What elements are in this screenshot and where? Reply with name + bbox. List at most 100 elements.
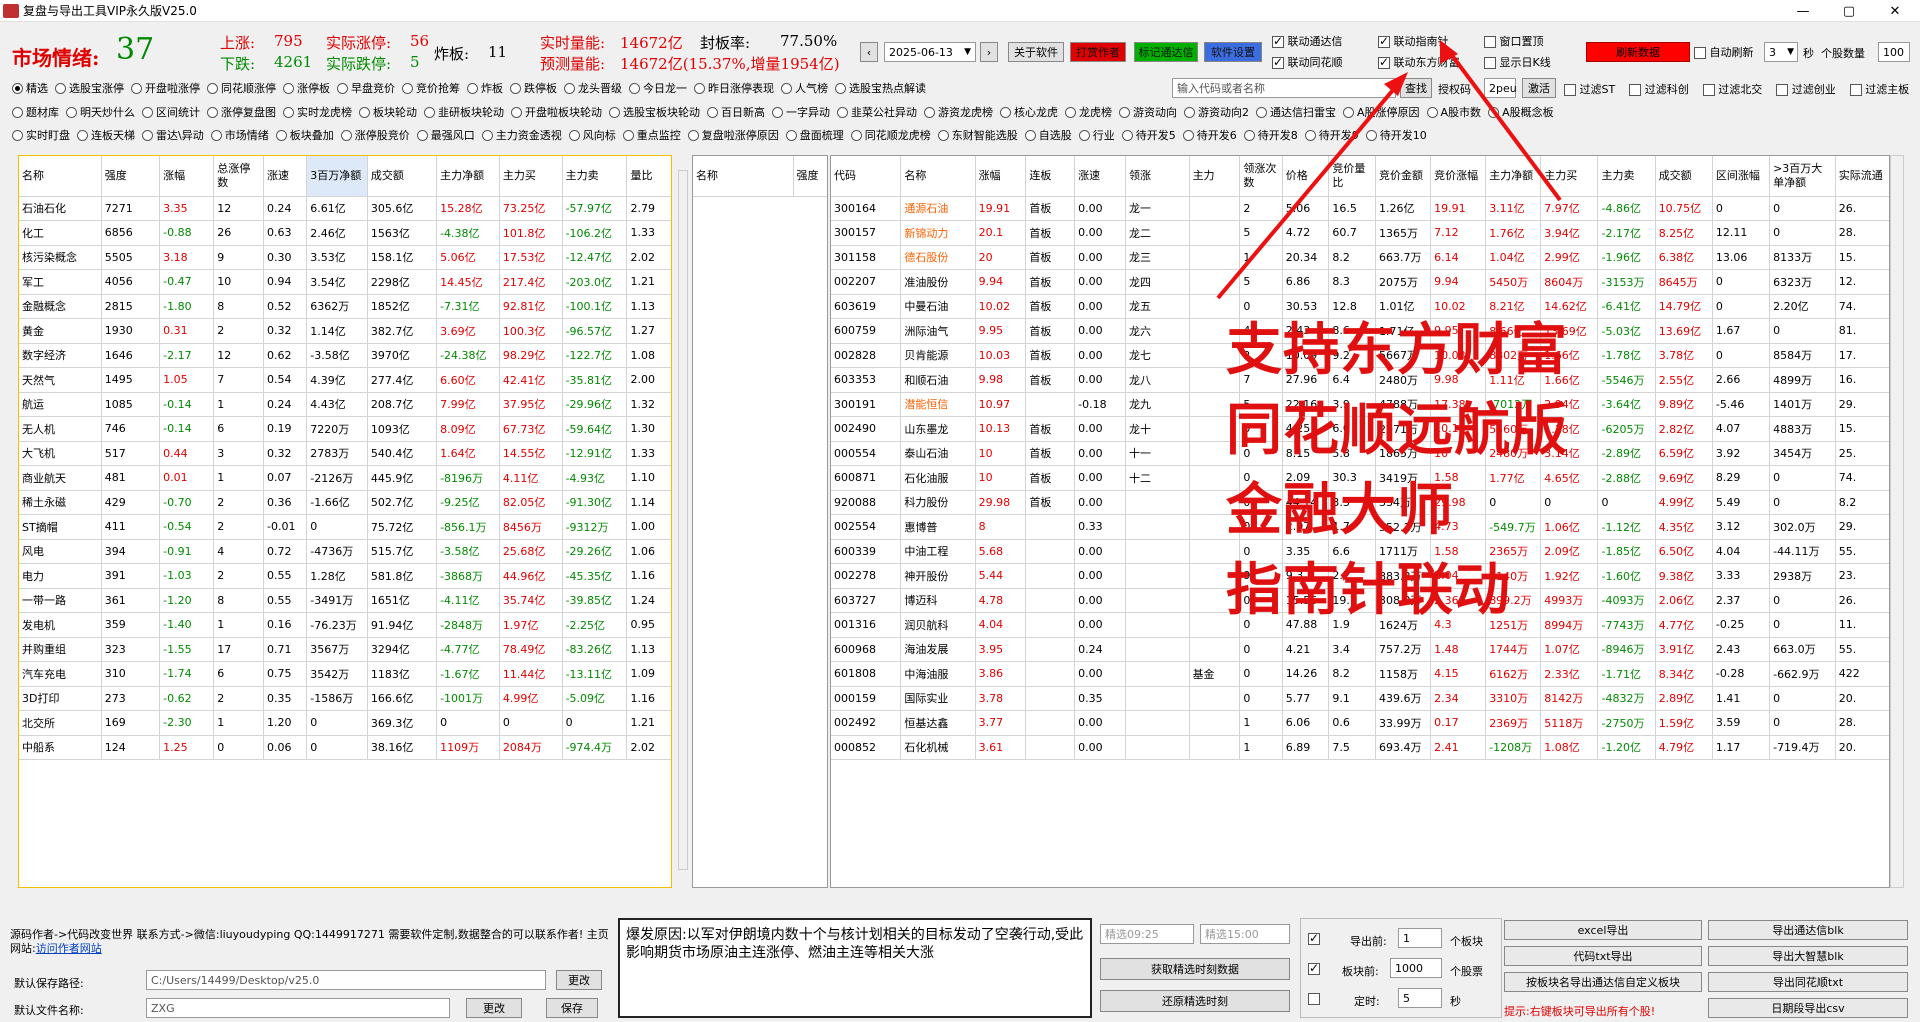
option-row1-0[interactable]: 精选 bbox=[12, 80, 48, 96]
option-row2-1[interactable]: 明天炒什么 bbox=[66, 104, 135, 120]
option-row2-8[interactable]: 选股宝板块轮动 bbox=[609, 104, 700, 120]
minimize-icon[interactable]: — bbox=[1780, 0, 1826, 22]
vertical-scrollbar[interactable] bbox=[1890, 155, 1904, 888]
table-row[interactable]: 300164 通源石油 19.91 首板 0.00 龙一 2 5.06 16.5 1.26亿 19.… bbox=[831, 196, 1889, 221]
option-row3-2[interactable]: 雷达\异动 bbox=[142, 127, 204, 143]
table-row[interactable]: 301158 德石股份 20 首板 0.00 龙三 1 20.34 8.2 663.7万 6.14 1… bbox=[831, 245, 1889, 270]
table-row[interactable]: 航运 1085 -0.14 1 0.24 4.43亿 208.7亿 7.99亿 37.95亿 -2… bbox=[19, 392, 671, 417]
board-top-check[interactable] bbox=[1308, 961, 1320, 975]
search-input[interactable]: 输入代码或者名称 bbox=[1172, 78, 1396, 98]
save-path-input[interactable]: C:/Users/14499/Desktop/v25.0 bbox=[146, 970, 546, 990]
table-row[interactable]: 002492 恒基达鑫 3.77 0.00 1 6.06 0.6 33.99万 0.17 2369… bbox=[831, 710, 1889, 736]
filter-check-4[interactable]: 过滤主板 bbox=[1849, 81, 1909, 97]
refresh-data-button[interactable]: 刷新数据 bbox=[1586, 42, 1690, 62]
filter-check-3[interactable]: 过滤创业 bbox=[1776, 81, 1836, 97]
mark-tdx-button[interactable]: 标记通达信 bbox=[1134, 42, 1198, 62]
option-row3-4[interactable]: 板块叠加 bbox=[275, 127, 334, 143]
column-header[interactable]: 竞价涨幅 bbox=[1430, 156, 1487, 197]
option-row2-20[interactable]: A股概念板 bbox=[1488, 104, 1554, 120]
export-ths-txt-button[interactable]: 导出同花顺txt bbox=[1708, 972, 1908, 992]
export-dzh-blk-button[interactable]: 导出大智慧blk bbox=[1708, 946, 1908, 966]
table-row[interactable]: 中船系 124 1.25 0 0.06 0 38.16亿 1109万 2084万 -974.4万 2… bbox=[19, 735, 671, 760]
column-header[interactable]: 竞价金额 bbox=[1375, 156, 1432, 197]
option-row3-17[interactable]: 待开发6 bbox=[1182, 127, 1237, 143]
column-header[interactable]: 主力净额 bbox=[436, 156, 500, 197]
option-row2-13[interactable]: 核心龙虎 bbox=[1000, 104, 1058, 120]
table-row[interactable]: 商业航天 481 0.01 1 0.07 -2126万 445.9亿 -8196万 4.11亿 -… bbox=[19, 465, 671, 491]
board-table[interactable]: 名称 强度 涨幅 总涨停数 涨速 3百万净额 成交额 主力净额 主力买 主力卖 量比 石油石化 7271… bbox=[18, 155, 672, 888]
timer-check[interactable] bbox=[1308, 992, 1320, 1005]
settings-button[interactable]: 软件设置 bbox=[1204, 42, 1262, 62]
table-row[interactable]: 石油石化 7271 3.35 12 0.24 6.61亿 305.6亿 15.28亿 73.25… bbox=[19, 196, 671, 221]
option-row3-10[interactable]: 复盘啦涨停原因 bbox=[687, 127, 779, 143]
option-row3-15[interactable]: 行业 bbox=[1078, 127, 1115, 143]
column-header[interactable]: >3百万大单净额 bbox=[1769, 156, 1836, 197]
option-row2-11[interactable]: 韭菜公社异动 bbox=[837, 104, 917, 120]
option-row2-10[interactable]: 一字异动 bbox=[772, 104, 830, 120]
activate-button[interactable]: 激活 bbox=[1522, 78, 1556, 98]
option-row2-15[interactable]: 游资动向 bbox=[1119, 104, 1177, 120]
column-header[interactable]: 主力卖 bbox=[562, 156, 628, 197]
column-header[interactable]: 强度 bbox=[793, 156, 827, 197]
date-export-csv-button[interactable]: 日期段导出csv bbox=[1708, 998, 1908, 1018]
export-top-check[interactable] bbox=[1308, 931, 1320, 945]
option-row2-0[interactable]: 题材库 bbox=[12, 104, 59, 120]
table-row[interactable]: 一带一路 361 -1.20 8 0.55 -3491万 1651亿 -4.11亿 35.74亿… bbox=[19, 588, 671, 613]
option-row1-7[interactable]: 炸板 bbox=[467, 80, 503, 96]
column-header[interactable]: 代码 bbox=[831, 156, 902, 197]
option-row1-8[interactable]: 跌停板 bbox=[510, 80, 557, 96]
table-row[interactable]: 000852 石化机械 3.61 0.00 1 6.89 7.5 693.4万 2.41 -120… bbox=[831, 735, 1889, 760]
table-row[interactable]: 3D打印 273 -0.62 2 0.35 -1586万 166.6亿 -1001万 4.99亿… bbox=[19, 686, 671, 711]
export-top-stepper[interactable]: 1 bbox=[1398, 928, 1442, 948]
column-header[interactable]: 成交额 bbox=[367, 156, 438, 197]
column-header[interactable]: 主力买 bbox=[499, 156, 563, 197]
option-row1-4[interactable]: 涨停板 bbox=[283, 80, 330, 96]
table-row[interactable]: 风电 394 -0.91 4 0.72 -4736万 515.7亿 -3.58亿 25.68亿 -… bbox=[19, 539, 671, 564]
next-date-button[interactable]: › bbox=[980, 42, 998, 62]
reward-button[interactable]: 打赏作者 bbox=[1070, 42, 1126, 62]
table-row[interactable]: 军工 4056 -0.47 10 0.94 3.54亿 2298亿 14.45亿 217.4亿 -… bbox=[19, 269, 671, 295]
column-header[interactable]: 领涨 bbox=[1125, 156, 1190, 197]
about-button[interactable]: 关于软件 bbox=[1008, 42, 1064, 62]
time-end-input[interactable]: 精选15:00 bbox=[1200, 924, 1290, 944]
maximize-icon[interactable]: ▢ bbox=[1826, 0, 1872, 22]
table-row[interactable]: ST摘帽 411 -0.54 2 -0.01 0 75.72亿 -856.1万 8456万 -93… bbox=[19, 514, 671, 540]
option-row2-6[interactable]: 韭研板块轮动 bbox=[424, 104, 504, 120]
option-row2-2[interactable]: 区间统计 bbox=[142, 104, 200, 120]
table-row[interactable]: 数字经济 1646 -2.17 12 0.62 -3.58亿 3970亿 -24.38亿 98.… bbox=[19, 343, 671, 368]
column-header[interactable]: 区间涨幅 bbox=[1712, 156, 1771, 197]
table-row[interactable]: 000159 国际实业 3.78 0.35 0 5.77 9.1 439.6万 2.34 3310… bbox=[831, 686, 1889, 711]
table-row[interactable]: 化工 6856 -0.88 26 0.63 2.46亿 1563亿 -4.38亿 101.8亿 -… bbox=[19, 220, 671, 246]
option-row2-16[interactable]: 游资动向2 bbox=[1184, 104, 1249, 120]
show-kline-check[interactable]: 显示日K线 bbox=[1484, 54, 1551, 70]
column-header[interactable]: 连板 bbox=[1025, 156, 1076, 197]
table-row[interactable]: 601808 中海油服 3.86 0.00 基金 0 14.26 8.2 1158万 4.15 61… bbox=[831, 661, 1889, 687]
column-header[interactable]: 涨幅 bbox=[159, 156, 215, 197]
sub-board-table[interactable]: 名称 强度 bbox=[692, 155, 828, 888]
option-row3-9[interactable]: 重点监控 bbox=[622, 127, 681, 143]
column-header[interactable]: 主力卖 bbox=[1597, 156, 1656, 197]
get-time-data-button[interactable]: 获取精选时刻数据 bbox=[1100, 958, 1290, 980]
option-row1-9[interactable]: 龙头晋级 bbox=[564, 80, 622, 96]
option-row3-3[interactable]: 市场情绪 bbox=[210, 127, 269, 143]
option-row1-1[interactable]: 选股宝涨停 bbox=[55, 80, 124, 96]
table-row[interactable]: 稀土永磁 429 -0.70 2 0.36 -1.66亿 502.7亿 -9.25亿 82.05… bbox=[19, 490, 671, 515]
column-header[interactable]: 领涨次数 bbox=[1239, 156, 1283, 197]
table-row[interactable]: 发电机 359 -1.40 1 0.16 -76.23万 91.94亿 -2848万 1.97亿… bbox=[19, 612, 671, 638]
column-header[interactable]: 实际流通 bbox=[1835, 156, 1889, 197]
table-row[interactable]: 金融概念 2815 -1.80 8 0.52 6362万 1852亿 -7.31亿 92.81亿… bbox=[19, 294, 671, 319]
option-row3-19[interactable]: 待开发9 bbox=[1304, 127, 1359, 143]
change-name-button[interactable]: 更改 bbox=[466, 998, 522, 1018]
column-header[interactable]: 3百万净额 bbox=[306, 156, 368, 197]
option-row3-8[interactable]: 风向标 bbox=[568, 127, 616, 143]
table-row[interactable]: 北交所 169 -2.30 1 1.20 0 369.3亿 0 0 0 1.21 bbox=[19, 710, 671, 736]
change-path-button[interactable]: 更改 bbox=[556, 970, 602, 990]
option-row3-13[interactable]: 东财智能选股 bbox=[937, 127, 1018, 143]
option-row2-12[interactable]: 游资龙虎榜 bbox=[924, 104, 993, 120]
column-header[interactable]: 主力买 bbox=[1540, 156, 1599, 197]
auth-input[interactable]: 2peu bbox=[1484, 78, 1517, 98]
option-row3-16[interactable]: 待开发5 bbox=[1121, 127, 1176, 143]
refresh-seconds-select[interactable]: 3 ▼ bbox=[1764, 42, 1798, 62]
option-row2-17[interactable]: 通达信扫雷宝 bbox=[1256, 104, 1336, 120]
code-txt-export-button[interactable]: 代码txt导出 bbox=[1504, 946, 1702, 966]
